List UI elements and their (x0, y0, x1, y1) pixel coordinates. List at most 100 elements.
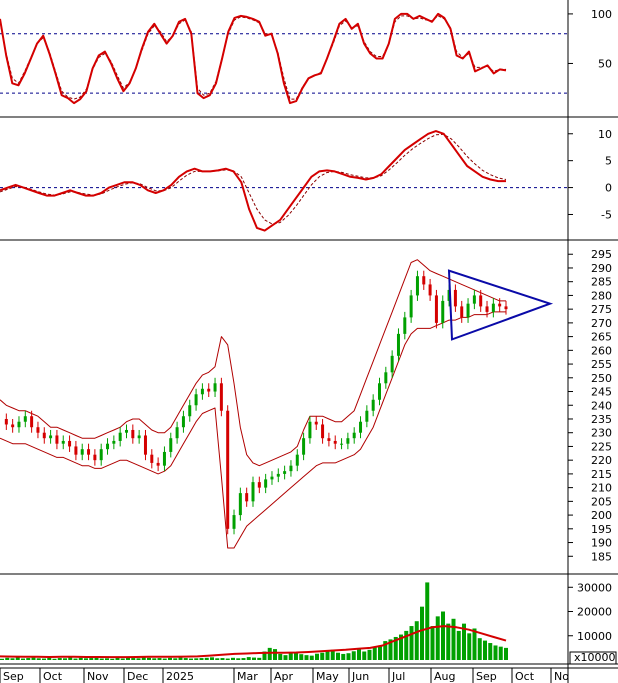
volume-bar (42, 658, 46, 660)
volume-bar (120, 658, 125, 660)
volume-bar (346, 653, 351, 660)
candle-body (61, 440, 65, 444)
volume-bar (420, 606, 424, 660)
candle-body (415, 276, 419, 296)
volume-bar (131, 658, 136, 660)
candle-body (207, 388, 211, 392)
candle-body (479, 295, 483, 307)
candle-body (99, 449, 103, 461)
volume-bar (99, 658, 104, 660)
volume-bar (236, 658, 241, 660)
axis-ticks: 50100-5051018519019520020521021522022523… (568, 8, 617, 665)
candle-body (396, 333, 400, 356)
y-tick-label: 255 (591, 358, 612, 371)
y-tick-label: 245 (591, 386, 612, 399)
candle-body (181, 416, 185, 428)
volume-bar (304, 655, 309, 660)
volume-bar (204, 657, 209, 660)
volume-bar (336, 652, 340, 660)
y-tick-label: 30000 (577, 581, 612, 594)
volume-bar (31, 657, 36, 660)
candle-body (137, 435, 141, 439)
y-tick-label: 240 (591, 399, 612, 412)
candle-body (472, 295, 476, 304)
y-tick-label: 215 (591, 468, 612, 481)
y-tick-label: 295 (591, 248, 612, 261)
volume-bar (372, 647, 377, 660)
x-tick-label: 2025 (166, 670, 194, 683)
candle-body (460, 306, 464, 318)
y-tick-label: 10000 (577, 630, 612, 643)
volume-bar (241, 658, 246, 660)
y-tick-label: 50 (598, 57, 612, 70)
y-tick-label: 225 (591, 440, 612, 453)
candle-body (409, 295, 413, 318)
volume-bar (456, 630, 461, 660)
y-tick-label: 100 (591, 8, 612, 21)
volume-bar (152, 658, 157, 660)
y-tick-label: 10 (598, 128, 612, 141)
candle-body (118, 432, 122, 441)
candle-body (251, 482, 255, 502)
x-tick-label: Oct (43, 670, 63, 683)
volume-bar (325, 650, 330, 660)
volume-bar (283, 655, 288, 660)
candle-body (498, 303, 502, 307)
y-tick-label: 235 (591, 413, 612, 426)
indicator-lines (0, 12, 507, 659)
volume-bar (504, 647, 508, 660)
volume-bar (194, 658, 199, 660)
volume-bar (215, 658, 220, 660)
y-tick-label: 270 (591, 317, 612, 330)
volume-bar (483, 640, 487, 660)
candle-body (365, 410, 369, 422)
volume-bar (36, 658, 41, 660)
volume-bar (63, 658, 67, 660)
volume-bar (73, 658, 78, 660)
x-tick-label: Sep (3, 670, 24, 683)
x-tick-label: Jun (351, 670, 369, 683)
y-tick-label: 0 (605, 182, 612, 195)
volume-bar (273, 649, 277, 660)
candle-body (49, 435, 53, 439)
candle-body (23, 416, 27, 422)
volume-bar (299, 654, 304, 660)
volume-bar (178, 657, 183, 660)
candle-body (359, 421, 363, 433)
candle-body (55, 435, 59, 444)
volume-bar (231, 657, 235, 660)
volume-bar (414, 621, 419, 660)
volume-bar (378, 645, 382, 660)
candle-body (485, 306, 489, 312)
candle-body (434, 295, 438, 323)
candle-body (390, 355, 394, 373)
candle-body (384, 372, 388, 384)
volume-bar (472, 628, 477, 660)
candle-body (162, 451, 166, 466)
candle-body (378, 383, 381, 400)
macd-main-line (0, 130, 506, 232)
volume-bar (278, 653, 283, 660)
volume-bar (435, 616, 440, 660)
candle-body (453, 289, 457, 307)
volume-bar (488, 643, 493, 660)
x-tick-label: Oct (515, 670, 535, 683)
volume-bar (52, 658, 57, 660)
candle-body (17, 421, 21, 428)
candle-body (131, 429, 135, 439)
candle-body (150, 454, 154, 463)
candle-body (327, 438, 331, 441)
candle-body (302, 438, 306, 455)
volume-bar (430, 626, 435, 660)
candle-body (333, 440, 337, 444)
panel-frames (0, 0, 618, 683)
candle-body (87, 449, 91, 455)
x-tick-label: Nov (87, 670, 109, 683)
y-tick-label: -5 (601, 208, 612, 221)
volume-bar (5, 657, 10, 660)
volume-bar (493, 645, 498, 660)
candle-body (257, 482, 261, 488)
volume-bar (451, 618, 456, 660)
volume-bar (320, 652, 325, 660)
volume-bar (225, 658, 230, 660)
